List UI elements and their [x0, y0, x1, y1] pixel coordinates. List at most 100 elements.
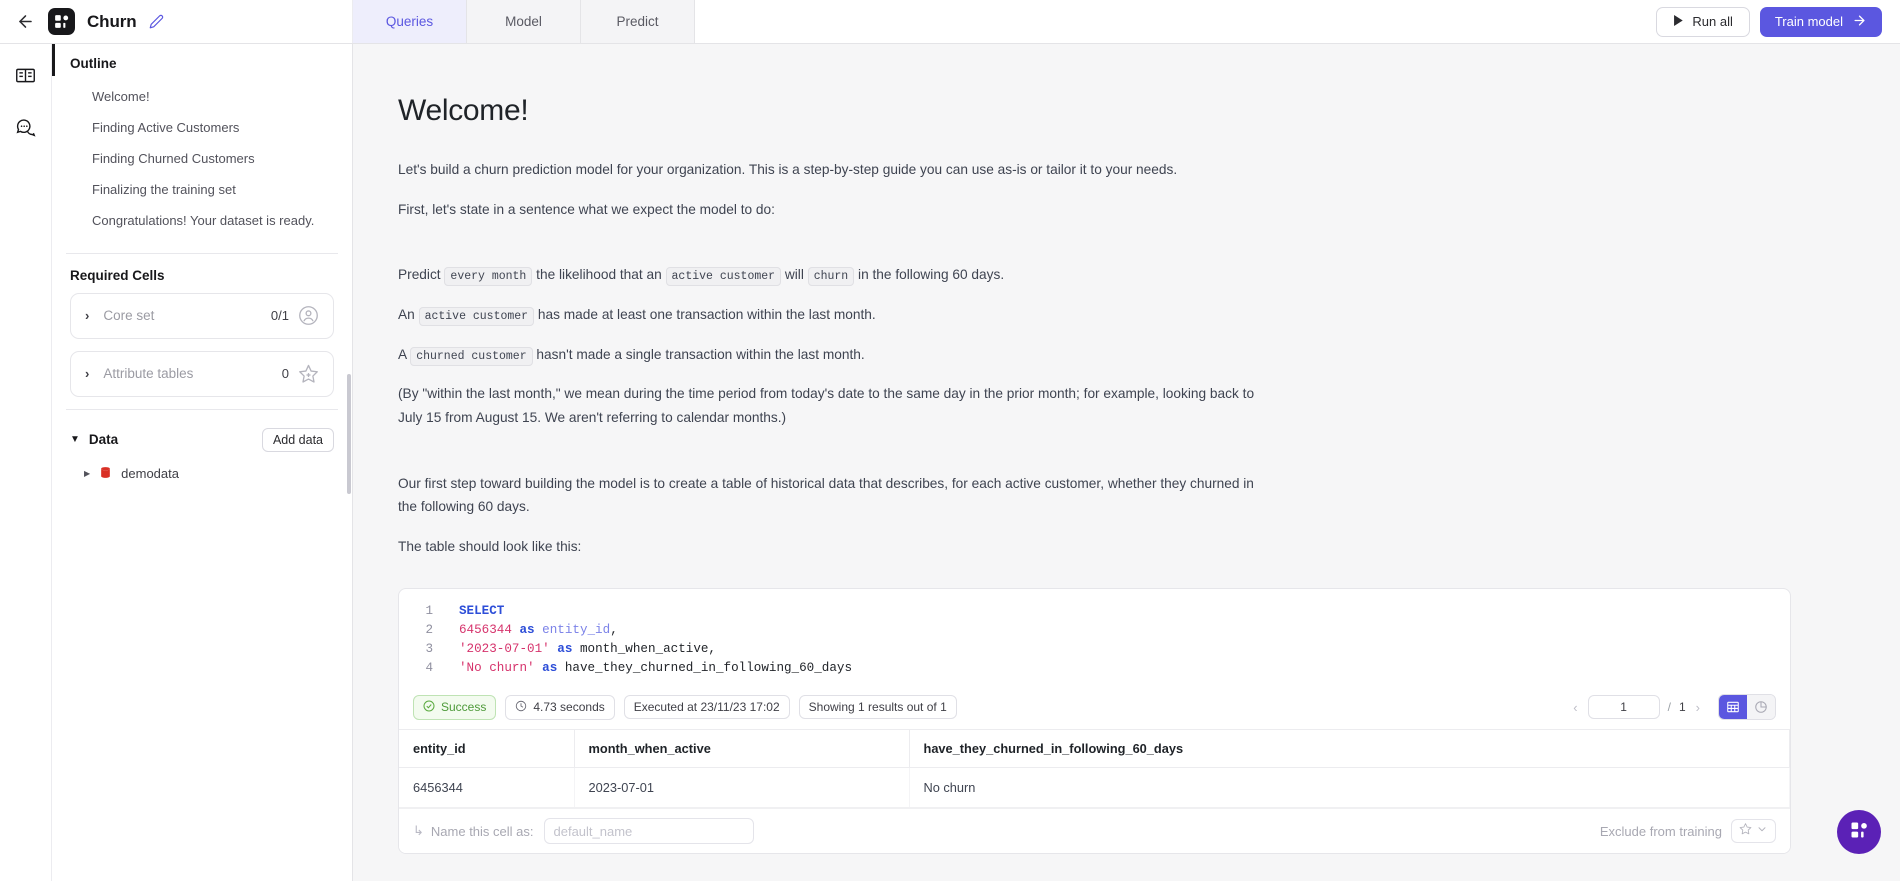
- predict-text-a: Predict: [398, 267, 441, 283]
- tab-predict[interactable]: Predict: [581, 0, 695, 43]
- sidebar-item-congratulations[interactable]: Congratulations! Your dataset is ready.: [52, 206, 352, 237]
- tab-queries-label: Queries: [385, 14, 434, 29]
- data-item-label: demodata: [121, 466, 179, 482]
- sidebar-item-welcome[interactable]: Welcome!: [52, 81, 352, 112]
- tab-model[interactable]: Model: [467, 0, 581, 43]
- results-table-body: 6456344 2023-07-01 No churn: [399, 767, 1790, 809]
- table-grid-icon[interactable]: [1719, 695, 1747, 720]
- executed-at-badge: Executed at 23/11/23 17:02: [623, 695, 790, 720]
- pie-chart-icon[interactable]: [1747, 695, 1775, 720]
- code-line: 4 'No churn' as have_they_churned_in_fol…: [399, 659, 1790, 678]
- data-section: ▼ Data Add data ▶ demodata: [52, 410, 352, 482]
- sql-token-keyword: as: [519, 623, 535, 638]
- cell-month-when-active: 2023-07-01: [574, 767, 910, 809]
- cell-status-row: Success 4.73 seconds Executed at 23/11/2…: [399, 688, 1790, 729]
- corner-down-right-icon: ↳: [413, 823, 424, 839]
- sql-token-string: 'No churn': [459, 661, 535, 676]
- page-number-input[interactable]: [1587, 695, 1660, 720]
- document-title: Welcome!: [398, 94, 529, 127]
- sidebar: Outline Welcome! Finding Active Customer…: [52, 44, 353, 881]
- sidebar-item-finding-active-customers[interactable]: Finding Active Customers: [52, 112, 352, 143]
- paragraph-active-customer-def: An active customer has made at least one…: [398, 303, 1258, 327]
- sidebar-scrollbar[interactable]: [347, 374, 351, 494]
- exclude-from-training-label: Exclude from training: [1599, 823, 1722, 839]
- column-header-entity-id: entity_id: [399, 729, 575, 769]
- paragraph-first-step-goal: Our first step toward building the model…: [398, 475, 1254, 515]
- arrow-left-icon[interactable]: [14, 11, 36, 33]
- chip-every-month: every month: [444, 267, 533, 287]
- top-bar: Churn Queries Model Predict Run all Trai…: [0, 0, 1900, 44]
- document-inner: Welcome! Let's build a churn prediction …: [398, 94, 1788, 558]
- app-logo-icon[interactable]: [48, 8, 75, 35]
- attribute-tables-count: 0: [281, 366, 289, 382]
- core-set-label: Core set: [103, 308, 155, 324]
- results-count-badge: Showing 1 results out of 1: [798, 695, 957, 720]
- required-cell-core-set[interactable]: › Core set 0/1: [70, 292, 334, 339]
- sql-token-identifier: entity_id: [542, 623, 611, 638]
- train-model-button[interactable]: Train model: [1759, 6, 1882, 37]
- line-number: 4: [425, 661, 433, 676]
- chip-churn: churn: [807, 267, 855, 287]
- exclude-from-training-control[interactable]: [1731, 819, 1776, 844]
- tab-model-label: Model: [505, 14, 542, 29]
- star-icon: [298, 363, 319, 384]
- required-cell-attribute-tables[interactable]: › Attribute tables 0: [70, 350, 334, 397]
- paragraph-first-step: First, let's state in a sentence what we…: [398, 201, 775, 217]
- paragraph-churned-customer-def: A churned customer hasn't made a single …: [398, 343, 1258, 367]
- sidebar-item-finding-churned-customers[interactable]: Finding Churned Customers: [52, 143, 352, 174]
- icon-rail: [0, 44, 52, 881]
- chevron-right-icon: ›: [85, 366, 90, 382]
- chip-churned-customer-def: churned customer: [410, 346, 533, 366]
- table-header-row: entity_id month_when_active have_they_ch…: [399, 729, 1790, 769]
- assistant-fab-button[interactable]: [1837, 810, 1881, 854]
- run-all-button[interactable]: Run all: [1656, 6, 1750, 37]
- sql-editor[interactable]: 1 SELECT 2 6456344 as entity_id, 3 '2023…: [399, 589, 1790, 688]
- duration-label: 4.73 seconds: [533, 700, 605, 715]
- results-table-head: entity_id month_when_active have_they_ch…: [399, 729, 1790, 769]
- predict-text-c: will: [784, 267, 804, 283]
- chevron-right-icon: ›: [85, 308, 90, 324]
- cell-footer: ↳ Name this cell as: Exclude from traini…: [399, 808, 1790, 854]
- sql-token-string: '2023-07-01': [459, 642, 550, 657]
- core-set-count: 0/1: [270, 308, 289, 324]
- chevron-right-icon[interactable]: ›: [1694, 700, 1702, 715]
- line-number: 3: [425, 642, 433, 657]
- star-icon: [1739, 822, 1752, 840]
- sidebar-item-finalizing-training-set[interactable]: Finalizing the training set: [52, 174, 352, 205]
- outline-list: Welcome! Finding Active Customers Findin…: [52, 81, 352, 247]
- code-line: 1 SELECT: [399, 602, 1790, 621]
- sql-token-keyword: as: [542, 661, 558, 676]
- document: Welcome! Let's build a churn prediction …: [353, 44, 1900, 855]
- sql-token-plain: month_when_active,: [579, 642, 716, 657]
- tab-queries[interactable]: Queries: [353, 0, 467, 43]
- data-item-demodata[interactable]: ▶ demodata: [70, 452, 334, 482]
- name-cell-label: Name this cell as:: [430, 823, 534, 839]
- assistant-logo-icon: [1849, 820, 1869, 845]
- sql-token-plain: have_they_churned_in_following_60_days: [564, 661, 853, 676]
- code-text: 'No churn' as have_they_churned_in_follo…: [459, 659, 852, 678]
- main-tabs: Queries Model Predict: [353, 0, 695, 43]
- book-icon[interactable]: [9, 58, 43, 92]
- chip-active-customer: active customer: [665, 267, 782, 287]
- caret-down-icon[interactable]: ▼: [70, 434, 80, 445]
- pencil-icon[interactable]: [149, 14, 164, 29]
- view-toggle: [1718, 694, 1776, 721]
- column-header-month-when-active: month_when_active: [574, 729, 910, 769]
- data-heading: Data: [88, 432, 119, 448]
- active-def-text-a: An: [398, 306, 415, 322]
- cell-name-input[interactable]: [543, 818, 754, 845]
- add-data-button[interactable]: Add data: [261, 427, 334, 452]
- status-label: Success: [441, 700, 487, 715]
- attribute-tables-label: Attribute tables: [103, 366, 194, 382]
- code-line: 3 '2023-07-01' as month_when_active,: [399, 640, 1790, 659]
- paragraph-intro: Let's build a churn prediction model for…: [398, 162, 1178, 177]
- check-circle-icon: [423, 700, 435, 715]
- duration-badge: 4.73 seconds: [505, 694, 615, 720]
- chevron-left-icon[interactable]: ‹: [1571, 700, 1579, 715]
- code-line: 2 6456344 as entity_id,: [399, 621, 1790, 640]
- chevron-down-icon: [1756, 822, 1768, 840]
- chat-bubble-icon[interactable]: [9, 110, 43, 144]
- paragraph-predict-statement: Predict every month the likelihood that …: [398, 263, 1258, 287]
